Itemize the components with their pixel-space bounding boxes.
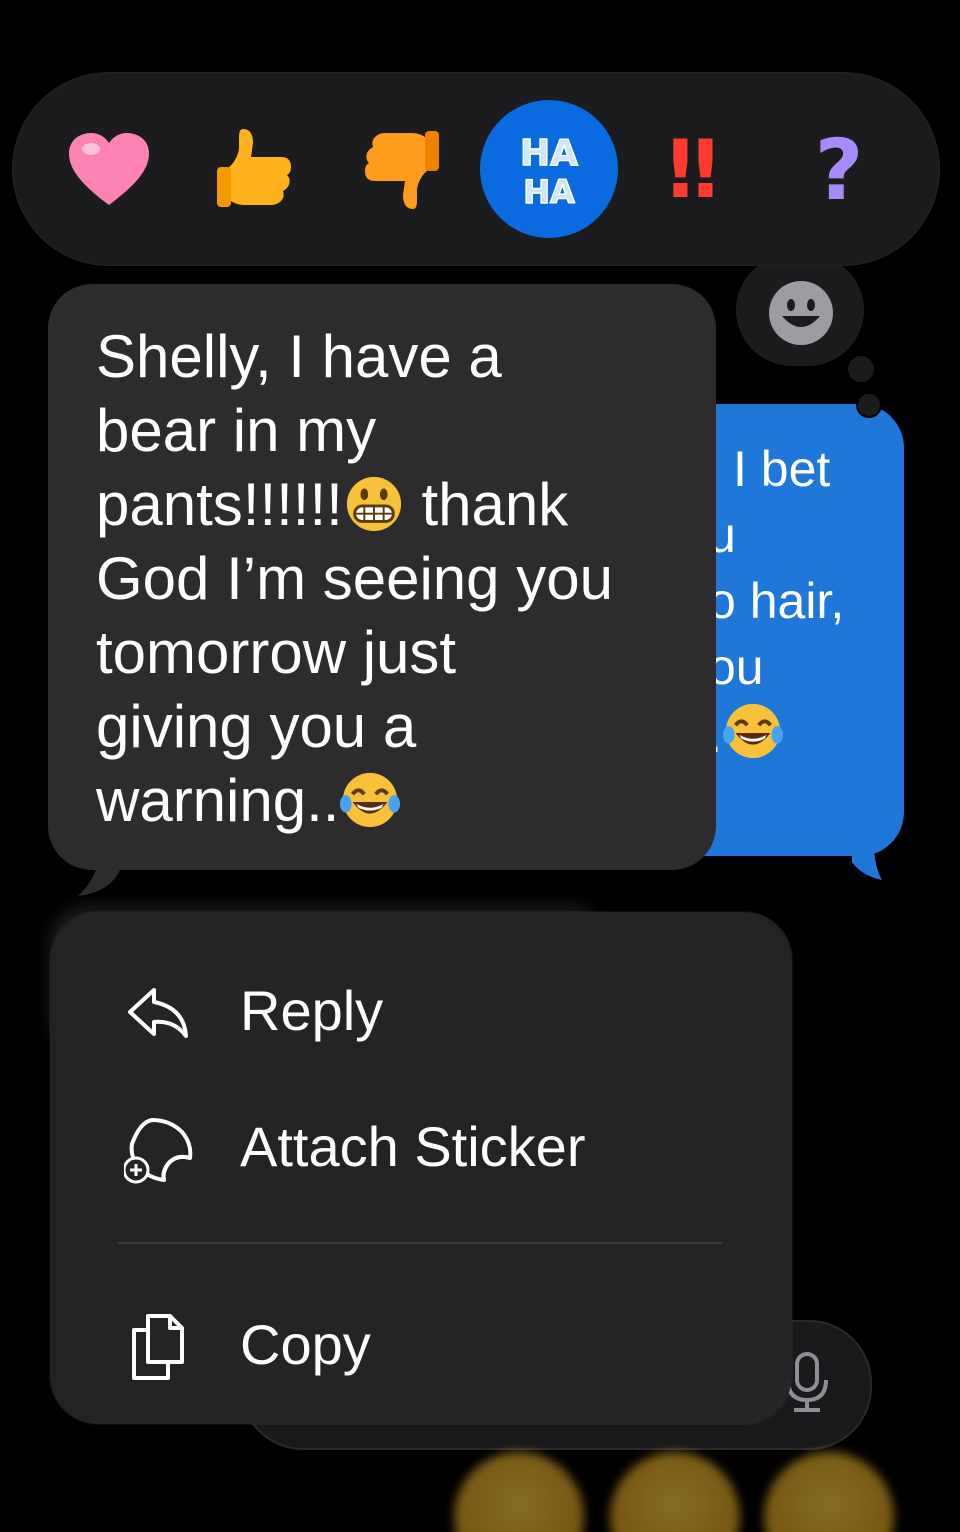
reply-arrow-icon — [128, 988, 188, 1038]
sticker-icon — [124, 1118, 193, 1184]
question-mark-icon: ? — [815, 127, 864, 211]
double-exclamation-icon: ‼ — [668, 127, 718, 211]
exclamation-text: ‼ — [668, 127, 718, 211]
sent-text-line: l I bet — [708, 441, 831, 497]
copy-icon — [132, 1314, 184, 1380]
message-line: Shelly, I have a — [96, 323, 502, 390]
tapback-question[interactable]: ? — [770, 100, 908, 238]
thumbs-down-icon — [365, 131, 439, 209]
thumbs-up-icon — [217, 129, 291, 207]
menu-divider — [118, 1242, 722, 1244]
message-line: bear in my — [96, 397, 377, 464]
grimacing-face-icon — [346, 476, 401, 532]
tapback-exclamation[interactable]: ‼ — [624, 100, 762, 238]
blurred-laughing-emoji — [454, 1452, 584, 1532]
menu-label-attach-sticker: Attach Sticker — [240, 1115, 586, 1178]
message-fragment: warning.. — [96, 767, 340, 834]
tapback-thumbs-down[interactable] — [332, 100, 470, 238]
message-line: warning.. — [96, 764, 696, 838]
messages-screen: l I bet u o hair, ou . Shelly, I have a … — [0, 0, 960, 1532]
haha-text-bottom: HA — [523, 173, 575, 211]
haha-icon: HA HA — [519, 132, 579, 211]
tapback-thumbs-up[interactable] — [186, 100, 324, 238]
menu-label-reply: Reply — [240, 979, 384, 1042]
blurred-laughing-emoji — [764, 1452, 894, 1532]
menu-item-attach-sticker[interactable]: Attach Sticker — [50, 1092, 792, 1202]
message-line: God I’m seeing you — [96, 545, 613, 612]
face-with-tears-of-joy-icon — [340, 772, 401, 828]
message-line: tomorrow just — [96, 619, 457, 686]
message-line: giving you a — [96, 693, 417, 760]
tapback-haha[interactable]: HA HA — [480, 100, 618, 238]
message-line: pants!!!!!! thank — [96, 468, 696, 542]
menu-label-copy: Copy — [240, 1313, 371, 1376]
tapback-heart[interactable] — [40, 100, 178, 238]
received-message-text: Shelly, I have a bear in my pants!!!!!! … — [96, 320, 696, 838]
smiley-icon[interactable] — [768, 280, 834, 346]
heart-icon — [69, 133, 149, 205]
blurred-laughing-emoji — [610, 1452, 740, 1532]
menu-item-copy[interactable]: Copy — [50, 1290, 792, 1400]
message-fragment: pants!!!!!! — [96, 471, 343, 538]
tapback-bar-tail-dot — [848, 356, 874, 382]
sent-text-line: o hair, — [708, 573, 845, 629]
face-with-tears-of-joy-icon — [722, 703, 783, 759]
sent-bubble-indicator — [856, 392, 882, 418]
received-bubble-tail — [78, 846, 120, 896]
haha-text-top: HA — [520, 133, 578, 174]
menu-item-reply[interactable]: Reply — [50, 956, 792, 1066]
context-menu: Reply Attach Sticker Copy — [50, 912, 792, 1424]
sent-text-line: ou — [708, 639, 764, 695]
sent-bubble-tail — [852, 832, 882, 880]
sent-message-text: l I bet u o hair, ou . — [708, 436, 888, 768]
question-text: ? — [815, 127, 864, 211]
message-fragment: thank — [404, 471, 569, 538]
